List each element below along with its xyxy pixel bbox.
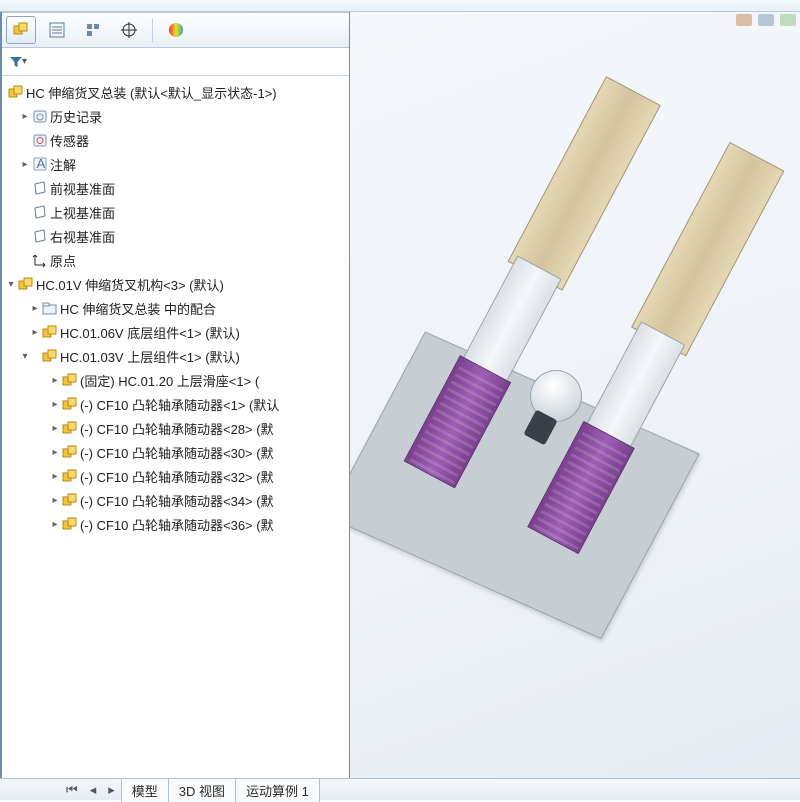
dimxpert-tab[interactable]: [114, 16, 144, 44]
part-node[interactable]: ▸(-) CF10 凸轮轴承随动器<32> (默: [2, 464, 349, 488]
part-node[interactable]: ▸(-) CF10 凸轮轴承随动器<1> (默认: [2, 392, 349, 416]
tab-prev-icon[interactable]: ⏮: [60, 782, 84, 798]
config-icon: [84, 21, 102, 39]
sensors-node[interactable]: 传感器: [2, 128, 349, 152]
display-manager-tab[interactable]: [161, 16, 191, 44]
front-plane-node[interactable]: 前视基准面: [2, 176, 349, 200]
feature-tree[interactable]: HC 伸缩货叉总装 (默认<默认_显示状态-1>) ▸历史记录 传感器 ▸A注解…: [2, 76, 349, 788]
origin-node[interactable]: 原点: [2, 248, 349, 272]
motion-study-tab[interactable]: 运动算例 1: [235, 778, 320, 802]
part-icon: [62, 516, 78, 532]
part-node[interactable]: ▸(-) CF10 凸轮轴承随动器<30> (默: [2, 440, 349, 464]
node-label: (-) CF10 凸轮轴承随动器<34> (默: [80, 491, 274, 510]
part-icon: [62, 396, 78, 412]
part-node[interactable]: ▸(-) CF10 凸轮轴承随动器<34> (默: [2, 488, 349, 512]
plane-icon: [32, 180, 48, 196]
3d-view-tab[interactable]: 3D 视图: [168, 778, 236, 802]
property-manager-tab[interactable]: [42, 16, 72, 44]
assembly-icon: [8, 84, 24, 100]
annotations-node[interactable]: ▸A注解: [2, 152, 349, 176]
cad-model[interactable]: [350, 17, 800, 708]
assembly-icon: [12, 21, 30, 39]
graphics-viewport[interactable]: X Y Z: [350, 12, 800, 788]
tab-scroll-left-icon[interactable]: ◂: [84, 782, 103, 798]
svg-text:A: A: [37, 156, 46, 171]
part-icon: [62, 468, 78, 484]
view-tool-icon[interactable]: [736, 14, 752, 26]
plane-icon: [32, 204, 48, 220]
appearance-icon: [167, 21, 185, 39]
origin-icon: [32, 252, 48, 268]
part-icon: [62, 492, 78, 508]
target-icon: [120, 21, 138, 39]
dropdown-arrow-icon[interactable]: ▾: [22, 56, 27, 67]
part-node[interactable]: ▸(-) CF10 凸轮轴承随动器<36> (默: [2, 512, 349, 536]
node-label: (固定) HC.01.20 上层滑座<1> (: [80, 371, 259, 390]
view-tool-icon[interactable]: [758, 14, 774, 26]
part-icon: [62, 444, 78, 460]
history-node[interactable]: ▸历史记录: [2, 104, 349, 128]
assembly-icon: [42, 324, 58, 340]
mates-node[interactable]: ▸HC 伸缩货叉总装 中的配合: [2, 296, 349, 320]
list-icon: [48, 21, 66, 39]
tab-scroll-right-icon[interactable]: ▸: [102, 782, 121, 798]
part-node[interactable]: ▸(-) CF10 凸轮轴承随动器<28> (默: [2, 416, 349, 440]
plane-icon: [32, 228, 48, 244]
history-icon: [32, 108, 48, 124]
node-label: (-) CF10 凸轮轴承随动器<28> (默: [80, 419, 274, 438]
part-icon: [62, 420, 78, 436]
top-plane-node[interactable]: 上视基准面: [2, 200, 349, 224]
subassembly-node[interactable]: ▾HC.01V 伸缩货叉机构<3> (默认): [2, 272, 349, 296]
bottom-tab-strip: ⏮ ◂ ▸ 模型 3D 视图 运动算例 1: [0, 778, 800, 800]
part-icon: [62, 372, 78, 388]
part-node[interactable]: ▸(固定) HC.01.20 上层滑座<1> (: [2, 368, 349, 392]
node-label: (-) CF10 凸轮轴承随动器<1> (默认: [80, 395, 279, 414]
assembly-icon: [42, 348, 58, 364]
feature-tree-tab[interactable]: [6, 16, 36, 44]
node-label: (-) CF10 凸轮轴承随动器<36> (默: [80, 515, 274, 534]
configuration-tab[interactable]: [78, 16, 108, 44]
model-tab[interactable]: 模型: [121, 778, 169, 802]
right-plane-node[interactable]: 右视基准面: [2, 224, 349, 248]
view-tool-icon[interactable]: [780, 14, 796, 26]
panel-tab-strip: [2, 12, 349, 48]
filter-row: ▾: [2, 48, 349, 76]
root-assembly-node[interactable]: HC 伸缩货叉总装 (默认<默认_显示状态-1>): [2, 80, 349, 104]
annotation-icon: A: [32, 156, 48, 172]
base-component-node[interactable]: ▸HC.01.06V 底层组件<1> (默认): [2, 320, 349, 344]
mates-folder-icon: [42, 300, 58, 316]
node-label: HC 伸缩货叉总装 (默认<默认_显示状态-1>): [26, 83, 277, 102]
upper-component-node[interactable]: ▾HC.01.03V 上层组件<1> (默认): [2, 344, 349, 368]
tab-divider: [152, 18, 153, 42]
assembly-icon: [18, 276, 34, 292]
window-titlebar-fragment: [0, 0, 800, 12]
orientation-triad[interactable]: X Y Z: [794, 612, 800, 682]
node-label: (-) CF10 凸轮轴承随动器<30> (默: [80, 443, 274, 462]
viewport-heads-up-toolbar: [736, 14, 796, 26]
sensor-icon: [32, 132, 48, 148]
node-label: (-) CF10 凸轮轴承随动器<32> (默: [80, 467, 274, 486]
feature-manager-panel: ▾ HC 伸缩货叉总装 (默认<默认_显示状态-1>) ▸历史记录 传感器 ▸A…: [0, 12, 350, 788]
